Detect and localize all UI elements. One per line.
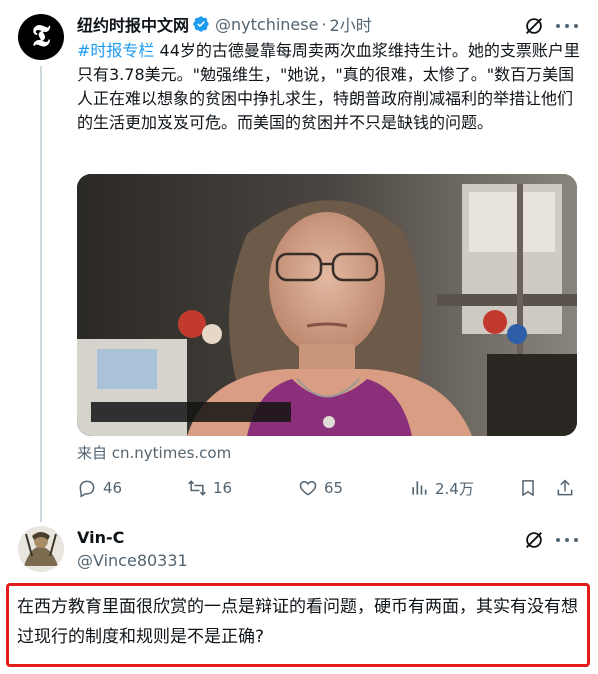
- link-source[interactable]: 来自 cn.nytimes.com: [77, 442, 231, 463]
- hashtag-link[interactable]: #时报专栏: [77, 41, 154, 60]
- verified-badge-icon: [193, 16, 209, 32]
- timestamp[interactable]: 2小时: [330, 12, 372, 36]
- bookmark-icon: [522, 480, 534, 497]
- more-dot: [565, 24, 569, 28]
- nyt-logo-icon: 𝕿: [31, 19, 51, 54]
- more-dot: [565, 538, 569, 542]
- like-count: 65: [324, 479, 344, 497]
- views-icon: [412, 481, 427, 495]
- tweet[interactable]: 𝕿 纽约时报中文网 @nytchinese · 2小时 #时报专栏 44岁的古德…: [0, 0, 598, 522]
- repost-button[interactable]: 16: [187, 476, 232, 500]
- grok-icon[interactable]: [523, 15, 545, 37]
- photo-illustration: [77, 174, 577, 436]
- reply-author-name[interactable]: Vin-C: [77, 528, 124, 547]
- more-icon[interactable]: [556, 15, 578, 37]
- reply-text: 在西方教育里面很欣赏的一点是辩证的看问题，硬币有两面，其实有没有想过现行的制度和…: [17, 597, 578, 647]
- caption-bar: [91, 402, 291, 422]
- like-button[interactable]: 65: [298, 476, 343, 500]
- repost-icon: [188, 480, 206, 496]
- more-dot: [556, 538, 560, 542]
- more-dot: [574, 24, 578, 28]
- thread-line: [40, 66, 42, 522]
- separator-dot: ·: [321, 14, 327, 34]
- reply-count: 46: [103, 479, 123, 497]
- more-icon[interactable]: [556, 529, 578, 551]
- avatar[interactable]: 𝕿: [18, 14, 64, 60]
- tweet-header: 纽约时报中文网 @nytchinese · 2小时: [77, 12, 372, 36]
- grok-icon[interactable]: [523, 529, 545, 551]
- reply-icon: [79, 480, 95, 498]
- tweet-text: #时报专栏 44岁的古德曼靠每周卖两次血浆维持生计。她的支票账户里只有3.78美…: [77, 39, 581, 135]
- avatar[interactable]: [18, 526, 64, 572]
- like-icon: [299, 480, 317, 496]
- author-name[interactable]: 纽约时报中文网: [77, 12, 189, 36]
- more-dot: [574, 538, 578, 542]
- share-icon: [557, 479, 573, 496]
- reply-button[interactable]: 46: [77, 476, 122, 500]
- bookmark-button[interactable]: [518, 476, 544, 500]
- reply-author-handle[interactable]: @Vince80331: [77, 551, 188, 570]
- share-button[interactable]: [555, 476, 581, 500]
- views-button[interactable]: 2.4万: [409, 476, 474, 500]
- views-count: 2.4万: [435, 479, 474, 498]
- more-dot: [556, 24, 560, 28]
- reply-tweet[interactable]: Vin-C @Vince80331 在西方教育里面很欣赏的一点是辩证的看问题，硬…: [0, 520, 598, 674]
- action-bar: 46 16 65 2.4万: [77, 476, 581, 500]
- article-card-image[interactable]: [77, 174, 577, 436]
- repost-count: 16: [213, 479, 233, 497]
- author-handle[interactable]: @nytchinese: [215, 15, 318, 34]
- avatar-image: [18, 526, 64, 572]
